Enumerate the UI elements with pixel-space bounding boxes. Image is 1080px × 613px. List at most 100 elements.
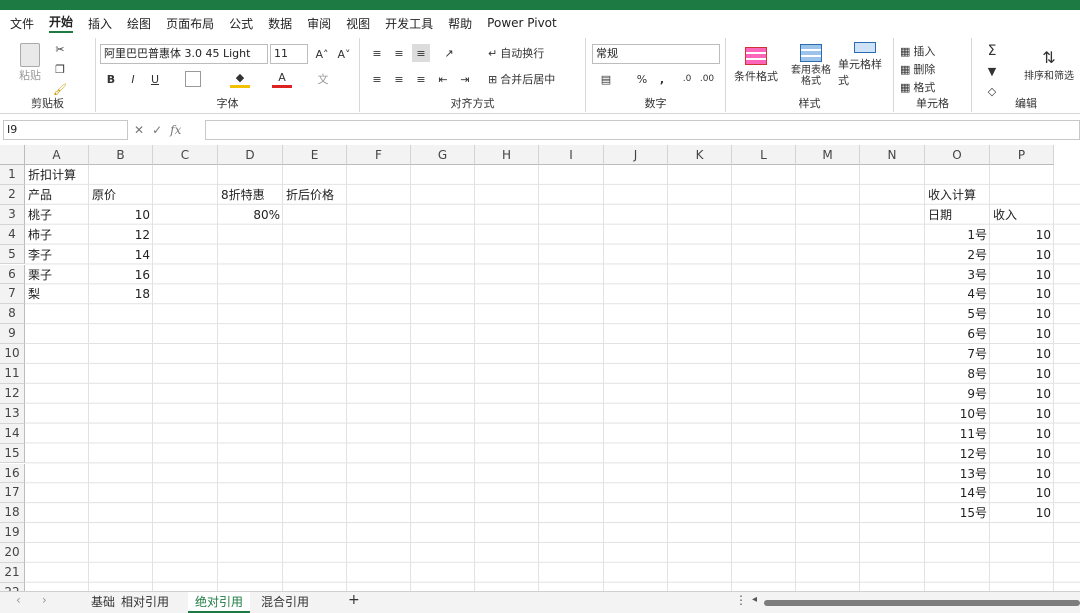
cell-b6[interactable]: 16 bbox=[89, 265, 153, 285]
cell-o12[interactable]: 9号 bbox=[925, 384, 990, 404]
cell-a1[interactable]: 折扣计算 bbox=[25, 165, 89, 185]
delete-cells-button[interactable]: ▦ 删除 bbox=[900, 60, 962, 78]
sheet-tab[interactable]: 相对引用 bbox=[114, 592, 176, 613]
insert-function-icon[interactable]: fx bbox=[170, 123, 181, 137]
scrollbar-thumb[interactable] bbox=[764, 600, 1080, 606]
name-box[interactable]: I9 bbox=[3, 120, 128, 140]
column-header-p[interactable]: P bbox=[990, 145, 1054, 165]
row-header-2[interactable]: 2 bbox=[0, 184, 25, 205]
column-header-l[interactable]: L bbox=[732, 145, 796, 165]
menu-item[interactable]: 文件 bbox=[10, 15, 34, 32]
cell-p7[interactable]: 10 bbox=[990, 284, 1054, 304]
font-name-select[interactable]: 阿里巴巴普惠体 3.0 45 Light bbox=[100, 44, 268, 64]
row-header-9[interactable]: 9 bbox=[0, 324, 25, 345]
row-header-4[interactable]: 4 bbox=[0, 224, 25, 245]
cell-o4[interactable]: 1号 bbox=[925, 225, 990, 245]
tab-next-icon[interactable]: › bbox=[42, 593, 47, 607]
row-header-11[interactable]: 11 bbox=[0, 364, 25, 384]
column-header-g[interactable]: G bbox=[411, 145, 475, 165]
row-header-17[interactable]: 17 bbox=[0, 483, 25, 504]
row-header-22[interactable]: 22 bbox=[0, 582, 25, 591]
cell-a2[interactable]: 产品 bbox=[25, 185, 89, 205]
bold-button[interactable]: B bbox=[102, 70, 120, 88]
row-header-20[interactable]: 20 bbox=[0, 543, 25, 563]
select-all-corner[interactable] bbox=[0, 145, 25, 165]
format-table-button[interactable]: 套用表格格式 bbox=[784, 42, 838, 88]
row-header-16[interactable]: 16 bbox=[0, 463, 25, 484]
format-cells-button[interactable]: ▦ 格式 bbox=[900, 78, 962, 96]
cell-p8[interactable]: 10 bbox=[990, 304, 1054, 324]
orientation-icon[interactable]: ↗ bbox=[438, 44, 460, 62]
cell-b4[interactable]: 12 bbox=[89, 225, 153, 245]
paste-button[interactable]: 粘贴 bbox=[14, 42, 46, 84]
cell-a3[interactable]: 桃子 bbox=[25, 205, 89, 225]
cell-p3[interactable]: 收入 bbox=[990, 205, 1054, 225]
decrease-decimal-icon[interactable]: .00 bbox=[698, 70, 716, 88]
menu-item[interactable]: 绘图 bbox=[127, 15, 151, 32]
sheet-tab[interactable]: 混合引用 bbox=[254, 592, 316, 613]
decrease-indent-icon[interactable]: ⇤ bbox=[434, 70, 452, 88]
cancel-icon[interactable]: ✕ bbox=[134, 123, 144, 137]
column-header-j[interactable]: J bbox=[604, 145, 668, 165]
row-header-13[interactable]: 13 bbox=[0, 403, 25, 424]
cell-b5[interactable]: 14 bbox=[89, 245, 153, 265]
align-bottom-icon[interactable]: ≡ bbox=[412, 44, 430, 62]
conditional-format-button[interactable]: 条件格式 bbox=[730, 42, 782, 88]
cell-o14[interactable]: 11号 bbox=[925, 424, 990, 444]
menu-item[interactable]: 公式 bbox=[229, 15, 253, 32]
cell-p5[interactable]: 10 bbox=[990, 245, 1054, 265]
cell-p12[interactable]: 10 bbox=[990, 384, 1054, 404]
cell-o13[interactable]: 10号 bbox=[925, 404, 990, 424]
align-center-icon[interactable]: ≡ bbox=[390, 70, 408, 88]
row-header-8[interactable]: 8 bbox=[0, 304, 25, 325]
cell-p11[interactable]: 10 bbox=[990, 364, 1054, 384]
cell-p15[interactable]: 10 bbox=[990, 444, 1054, 464]
column-header-h[interactable]: H bbox=[475, 145, 539, 165]
fill-icon[interactable]: ▼ bbox=[982, 62, 1002, 80]
menu-item[interactable]: 开始 bbox=[49, 13, 74, 33]
cell-d2[interactable]: 8折特惠 bbox=[218, 185, 283, 205]
align-right-icon[interactable]: ≡ bbox=[412, 70, 430, 88]
cell-o5[interactable]: 2号 bbox=[925, 245, 990, 265]
row-header-21[interactable]: 21 bbox=[0, 563, 25, 583]
column-header-e[interactable]: E bbox=[283, 145, 347, 165]
cell-o6[interactable]: 3号 bbox=[925, 265, 990, 285]
column-header-m[interactable]: M bbox=[796, 145, 860, 165]
row-header-12[interactable]: 12 bbox=[0, 383, 25, 404]
increase-indent-icon[interactable]: ⇥ bbox=[456, 70, 474, 88]
column-header-o[interactable]: O bbox=[925, 145, 990, 165]
column-header-i[interactable]: I bbox=[539, 145, 604, 165]
column-header-d[interactable]: D bbox=[218, 145, 283, 165]
menu-item[interactable]: 插入 bbox=[88, 15, 112, 32]
cell-a6[interactable]: 栗子 bbox=[25, 265, 89, 285]
scroll-left-icon[interactable]: ◂ bbox=[752, 594, 757, 605]
cell-p9[interactable]: 10 bbox=[990, 324, 1054, 344]
cell-d3[interactable]: 80% bbox=[218, 205, 283, 225]
enter-icon[interactable]: ✓ bbox=[152, 123, 162, 137]
menu-item[interactable]: 视图 bbox=[346, 15, 370, 32]
cell-o9[interactable]: 6号 bbox=[925, 324, 990, 344]
cell-o18[interactable]: 15号 bbox=[925, 503, 990, 523]
fill-color-icon[interactable]: ◆ bbox=[230, 70, 250, 88]
cell-p14[interactable]: 10 bbox=[990, 424, 1054, 444]
column-header-k[interactable]: K bbox=[668, 145, 732, 165]
cell-o2[interactable]: 收入计算 bbox=[925, 185, 990, 205]
horizontal-scrollbar[interactable]: ◂ bbox=[752, 594, 1080, 608]
menu-item[interactable]: Power Pivot bbox=[487, 16, 557, 30]
cell-o16[interactable]: 13号 bbox=[925, 464, 990, 484]
row-header-19[interactable]: 19 bbox=[0, 523, 25, 544]
percent-button[interactable]: % bbox=[634, 70, 650, 88]
column-header-b[interactable]: B bbox=[89, 145, 153, 165]
tab-prev-icon[interactable]: ‹ bbox=[16, 593, 21, 607]
cell-o3[interactable]: 日期 bbox=[925, 205, 990, 225]
increase-decimal-icon[interactable]: .0 bbox=[678, 70, 696, 88]
cell-p4[interactable]: 10 bbox=[990, 225, 1054, 245]
row-header-7[interactable]: 7 bbox=[0, 284, 25, 305]
align-top-icon[interactable]: ≡ bbox=[368, 44, 386, 62]
column-header-f[interactable]: F bbox=[347, 145, 411, 165]
cell-b2[interactable]: 原价 bbox=[89, 185, 153, 205]
currency-icon[interactable]: ▤ bbox=[594, 70, 618, 88]
add-sheet-button[interactable]: + bbox=[348, 592, 360, 608]
merge-center-button[interactable]: ⊞ 合并后居中 bbox=[488, 70, 578, 88]
cell-o11[interactable]: 8号 bbox=[925, 364, 990, 384]
